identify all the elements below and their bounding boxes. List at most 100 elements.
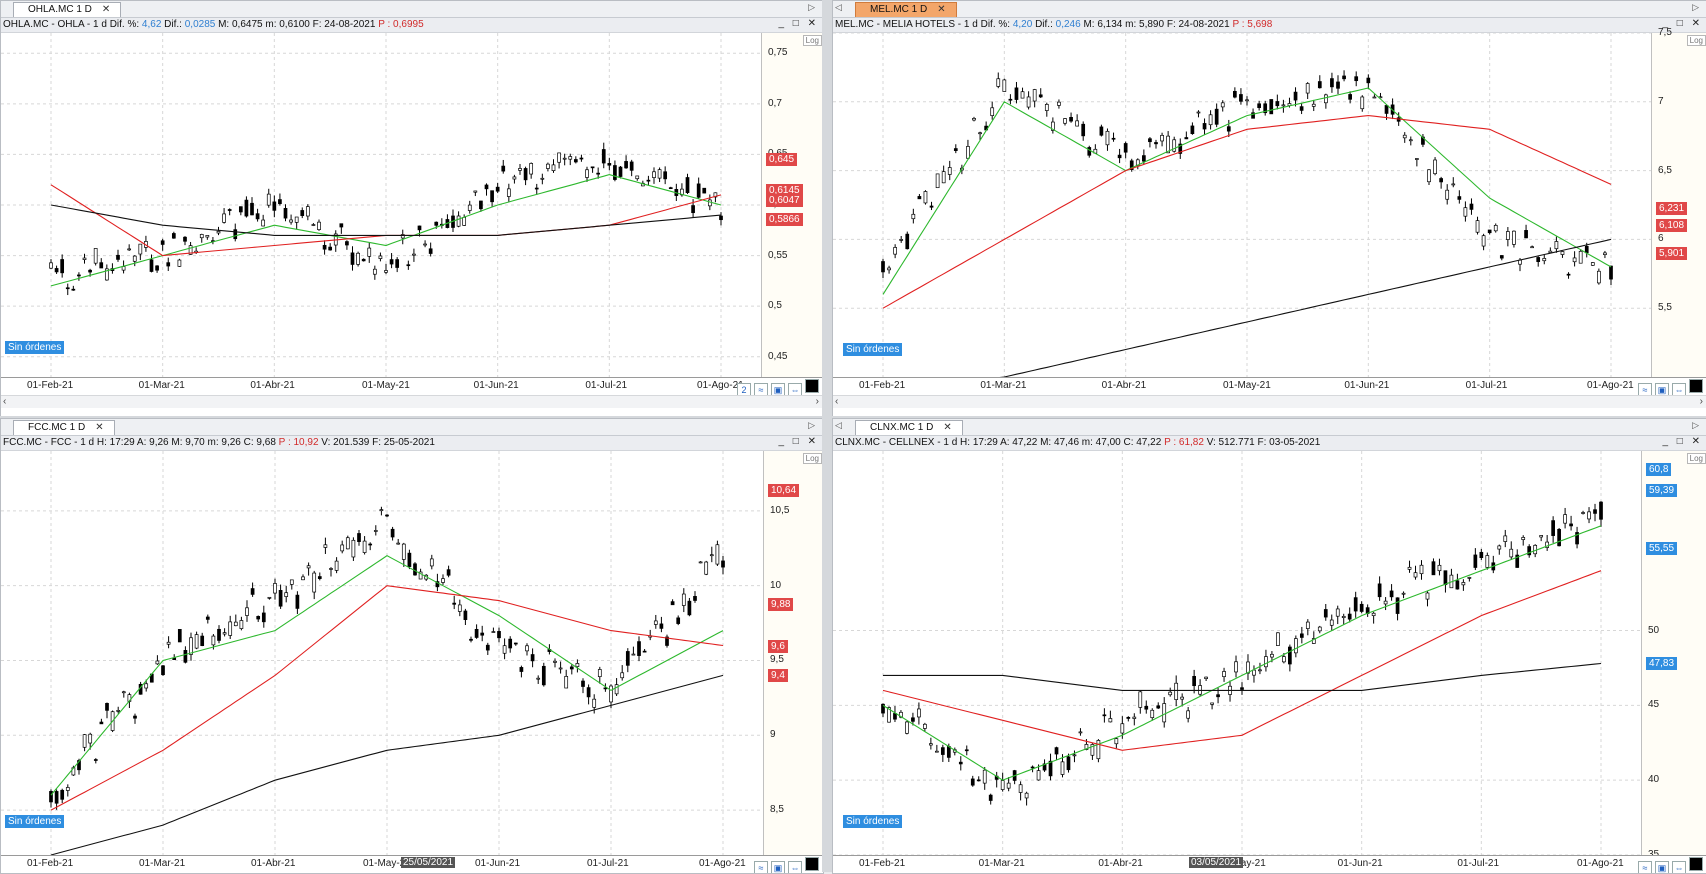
candle-body — [1548, 250, 1553, 253]
candle-body — [328, 246, 333, 251]
save-icon[interactable]: ▣ — [1655, 861, 1669, 873]
tab-mel[interactable]: MEL.MC 1 D ✕ — [855, 2, 957, 17]
color-icon[interactable] — [1689, 379, 1703, 393]
y-tick-label: 10,5 — [770, 504, 790, 516]
candle-body — [373, 530, 378, 532]
x-tick-label: 01-Feb-21 — [27, 380, 74, 391]
candle-body — [1269, 99, 1274, 115]
vertical-splitter[interactable] — [822, 0, 832, 872]
candle-body — [601, 149, 606, 164]
candle-body — [964, 749, 969, 752]
candle-body — [428, 248, 433, 254]
orders-status-badge: Sin órdenes — [5, 341, 65, 354]
candle-body — [256, 616, 261, 620]
tab-scroll-right-icon[interactable]: ▷ — [1692, 420, 1699, 431]
horizontal-scrollbar[interactable]: ‹ › — [1, 395, 823, 408]
close-icon[interactable]: ✕ — [937, 4, 945, 15]
window-controls[interactable]: _ □ ✕ — [1662, 436, 1703, 447]
window-controls[interactable]: _ □ ✕ — [778, 18, 819, 29]
log-toggle-button[interactable]: Log — [1686, 453, 1706, 464]
candle-body — [144, 683, 149, 689]
tab-scroll-left-icon[interactable]: ◁ — [835, 420, 842, 431]
tab-scroll-right-icon[interactable]: ▷ — [808, 420, 815, 431]
chart-panel-mel: ◁ MEL.MC 1 D ✕ ▷ MEL.MC - MELIA HOTELS - … — [832, 0, 1706, 418]
candle-body — [553, 660, 557, 663]
candle-body — [1240, 687, 1244, 690]
candle-body — [1078, 731, 1083, 734]
candle-body — [1081, 123, 1086, 137]
price-plot[interactable] — [1, 33, 761, 377]
candle-body — [1521, 537, 1526, 540]
candle-body — [1415, 158, 1419, 160]
candle-body — [970, 778, 975, 786]
close-icon[interactable]: ✕ — [95, 422, 103, 433]
indicator-icon[interactable]: ≈ — [1638, 861, 1652, 873]
horizontal-scrollbar[interactable]: ‹ › — [833, 395, 1706, 408]
candle-body — [311, 224, 316, 226]
header-volume: V: 512.771 F: 03-05-2021 — [1203, 437, 1321, 448]
log-toggle-button[interactable]: Log — [1686, 35, 1706, 46]
cursor-date-label: 03/05/2021 — [1189, 857, 1244, 868]
candle-body — [1117, 154, 1122, 159]
chart-header: OHLA.MC - OHLA - 1 d Dif. %: 4,62 Dif.: … — [1, 18, 823, 33]
price-plot[interactable] — [833, 33, 1651, 377]
color-icon[interactable] — [805, 857, 819, 871]
candle-body — [1208, 114, 1213, 126]
x-tick-label: 01-Jun-21 — [1344, 380, 1390, 391]
candle-body — [953, 148, 958, 151]
y-tick-label: 10 — [770, 579, 782, 591]
y-tick-label: 0,75 — [768, 47, 788, 59]
candle-body — [456, 215, 461, 227]
scroll-left-icon[interactable]: ‹ — [3, 396, 6, 407]
header-symbol: OHLA.MC - OHLA - 1 d Dif. %: — [3, 19, 142, 30]
candle-body — [200, 635, 205, 646]
tab-fcc[interactable]: FCC.MC 1 D ✕ — [13, 420, 115, 435]
log-toggle-button[interactable]: Log — [802, 35, 822, 46]
candle-body — [1156, 705, 1161, 709]
tab-ohla[interactable]: OHLA.MC 1 D ✕ — [13, 2, 122, 17]
candle-body — [368, 543, 373, 546]
y-tick-label: 0,7 — [768, 97, 782, 109]
tab-clnx[interactable]: CLNX.MC 1 D ✕ — [855, 420, 963, 435]
price-plot[interactable] — [1, 451, 763, 855]
color-icon[interactable] — [805, 379, 819, 393]
scroll-left-icon[interactable]: ‹ — [835, 396, 838, 407]
chart-tools[interactable]: ≈ ▣ ⇔ — [1635, 857, 1703, 873]
price-plot[interactable] — [833, 451, 1641, 855]
candle-body — [1431, 561, 1436, 576]
close-icon[interactable]: ✕ — [102, 4, 110, 15]
candle-body — [1451, 183, 1456, 186]
price-axis: Log 0,750,70,650,60,550,50,450,6450,6145… — [761, 33, 823, 377]
candle-body — [659, 623, 664, 629]
candle-body — [1443, 570, 1448, 586]
candle-body — [568, 156, 573, 160]
candle-body — [469, 638, 473, 641]
candle-body — [663, 171, 668, 180]
candle-body — [194, 634, 199, 649]
pin-icon[interactable]: ⇔ — [788, 861, 802, 873]
window-controls[interactable]: _ □ ✕ — [778, 436, 819, 447]
pin-icon[interactable]: ⇔ — [1672, 861, 1686, 873]
log-toggle-button[interactable]: Log — [802, 453, 822, 464]
scroll-right-icon[interactable]: › — [1700, 396, 1703, 407]
y-tick-label: 50 — [1648, 624, 1660, 636]
candle-body — [988, 794, 993, 801]
tab-scroll-right-icon[interactable]: ▷ — [1692, 2, 1699, 13]
save-icon[interactable]: ▣ — [771, 861, 785, 873]
candle-body — [1542, 258, 1547, 262]
chart-tools[interactable]: ≈ ▣ ⇔ — [751, 857, 819, 873]
tab-scroll-right-icon[interactable]: ▷ — [808, 2, 815, 13]
tab-scroll-left-icon[interactable]: ◁ — [835, 2, 842, 13]
candle-body — [1335, 608, 1340, 617]
horizontal-splitter[interactable] — [0, 416, 1706, 418]
scroll-right-icon[interactable]: › — [816, 396, 819, 407]
candle-body — [306, 565, 311, 569]
candle-body — [935, 173, 940, 189]
candle-body — [947, 167, 952, 175]
candle-body — [1072, 754, 1077, 757]
color-icon[interactable] — [1689, 857, 1703, 871]
candle-body — [462, 217, 467, 226]
close-icon[interactable]: ✕ — [943, 422, 951, 433]
indicator-icon[interactable]: ≈ — [754, 861, 768, 873]
candle-body — [199, 234, 204, 239]
